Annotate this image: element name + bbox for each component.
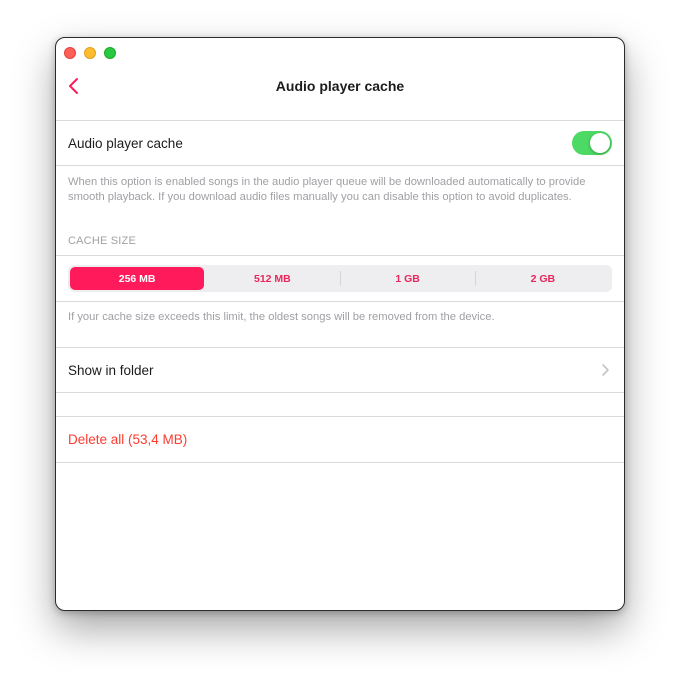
- minimize-window-button[interactable]: [84, 47, 96, 59]
- show-in-folder-row[interactable]: Show in folder: [56, 348, 624, 392]
- cache-size-option-2gb[interactable]: 2 GB: [476, 267, 610, 290]
- cache-toggle-switch[interactable]: [572, 131, 612, 155]
- delete-all-button[interactable]: Delete all (53,4 MB): [68, 432, 187, 447]
- delete-all-row[interactable]: Delete all (53,4 MB): [56, 417, 624, 462]
- zoom-window-button[interactable]: [104, 47, 116, 59]
- divider: [56, 392, 624, 393]
- cache-size-option-1gb[interactable]: 1 GB: [341, 267, 475, 290]
- divider: [56, 255, 624, 256]
- cache-description: When this option is enabled songs in the…: [68, 176, 586, 203]
- close-window-button[interactable]: [64, 47, 76, 59]
- app-window: Audio player cache Audio player cache Wh…: [55, 37, 625, 611]
- chevron-right-icon: [602, 364, 609, 376]
- navigation-bar: Audio player cache: [56, 66, 624, 120]
- divider: [56, 165, 624, 166]
- toggle-knob: [590, 133, 610, 153]
- cache-size-footnote: If your cache size exceeds this limit, t…: [68, 311, 495, 323]
- cache-size-segmented-control: 256 MB 512 MB 1 GB 2 GB: [68, 265, 612, 292]
- cache-size-header: CACHE SIZE: [68, 235, 137, 247]
- show-in-folder-label: Show in folder: [68, 362, 154, 378]
- cache-toggle-label: Audio player cache: [68, 135, 183, 151]
- cache-size-option-256mb[interactable]: 256 MB: [70, 267, 205, 290]
- page-title: Audio player cache: [275, 78, 405, 94]
- cache-toggle-row: Audio player cache: [56, 121, 624, 165]
- cache-size-option-512mb[interactable]: 512 MB: [205, 267, 339, 290]
- divider: [56, 301, 624, 302]
- divider: [56, 462, 624, 463]
- window-controls: [64, 47, 116, 59]
